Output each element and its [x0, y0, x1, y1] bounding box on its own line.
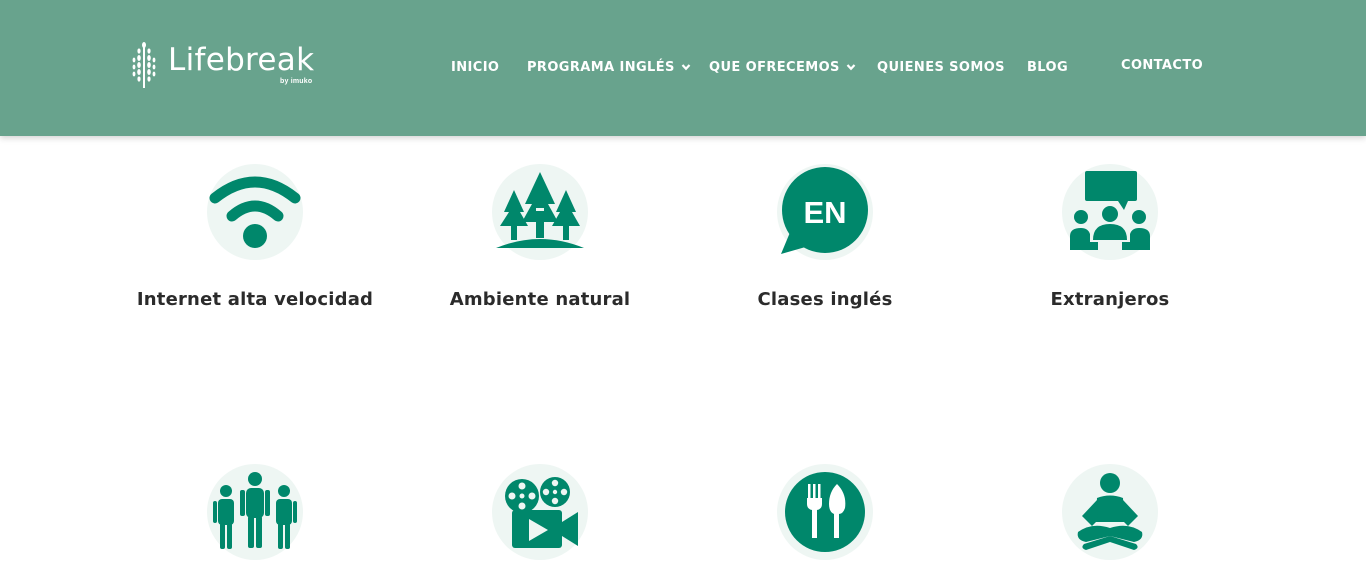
features-section: Internet alta velocidad Ambiente natural…	[0, 136, 1366, 568]
english-speech-bubble-icon: EN	[781, 167, 868, 254]
icon-circle	[1062, 464, 1158, 560]
feature-label: Clases inglés	[757, 289, 893, 310]
chevron-down-icon	[681, 64, 691, 71]
icon-circle	[1062, 164, 1158, 260]
wifi-icon	[209, 176, 301, 248]
nav-item-label: PROGRAMA INGLÉS	[527, 59, 675, 75]
brand-by-line: by imuko	[280, 78, 313, 85]
logo-link[interactable]: Lifebreak by imuko	[128, 40, 338, 92]
nav-item-programa-ingles[interactable]: PROGRAMA INGLÉS	[527, 58, 691, 76]
group-chat-icon	[1070, 171, 1150, 250]
nav-item-inicio[interactable]: INICIO	[451, 58, 499, 76]
brand-name: Lifebreak	[168, 42, 315, 78]
icon-circle	[207, 464, 303, 560]
english-label: EN	[803, 195, 846, 230]
nav-item-label: CONTACTO	[1121, 57, 1204, 73]
nav-item-blog[interactable]: BLOG	[1027, 58, 1068, 76]
icon-circle	[777, 464, 873, 560]
icon-circle	[207, 164, 303, 260]
meditation-icon	[1077, 473, 1143, 550]
film-camera-icon	[505, 477, 578, 548]
nav-item-label: BLOG	[1027, 59, 1069, 75]
hikers-icon	[213, 472, 297, 549]
nav-item-contacto[interactable]: CONTACTO	[1121, 56, 1203, 74]
trees-icon	[496, 172, 584, 248]
icon-circle	[492, 164, 588, 260]
logo-text: Lifebreak by imuko	[168, 40, 315, 85]
nav-item-label: QUIENES SOMOS	[877, 59, 1005, 75]
nav-item-que-ofrecemos[interactable]: QUE OFRECEMOS	[709, 58, 856, 76]
feature-label: Internet alta velocidad	[136, 289, 374, 310]
site-header: Lifebreak by imuko INICIO PROGRAMA INGLÉ…	[0, 0, 1366, 136]
nav-item-quienes-somos[interactable]: QUIENES SOMOS	[877, 58, 1005, 76]
nav-item-label: INICIO	[451, 59, 500, 75]
icon-circle: EN	[777, 164, 873, 260]
nav-item-label: QUE OFRECEMOS	[709, 59, 840, 75]
chevron-down-icon	[846, 64, 856, 71]
restaurant-icon	[785, 472, 865, 552]
wheat-logo-icon	[132, 42, 156, 88]
icon-circle	[492, 464, 588, 560]
feature-label: Ambiente natural	[449, 289, 631, 310]
feature-label: Extranjeros	[1050, 289, 1170, 310]
